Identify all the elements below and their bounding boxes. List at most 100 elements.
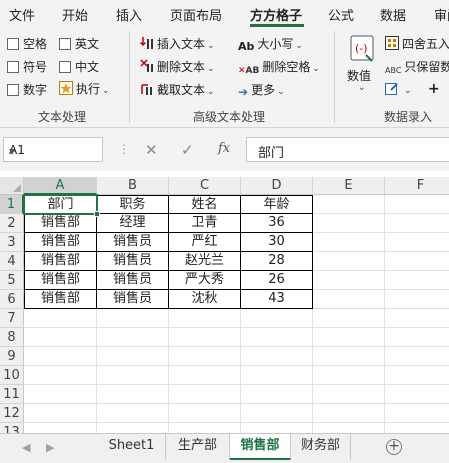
cell-b9[interactable] — [97, 347, 169, 366]
row-header-10[interactable]: 10 — [0, 366, 24, 385]
cell-b11[interactable] — [97, 385, 169, 404]
column-header-c[interactable]: C — [169, 177, 241, 195]
cell-f5[interactable] — [385, 271, 449, 290]
checkbox-space[interactable]: 空格 — [7, 35, 47, 52]
cell-e12[interactable] — [313, 404, 385, 423]
checkbox-icon[interactable] — [7, 61, 19, 73]
cell-f9[interactable] — [385, 347, 449, 366]
cell-c8[interactable] — [169, 328, 241, 347]
cell-c4[interactable]: 赵光兰 — [169, 252, 241, 271]
cell-b6[interactable]: 销售员 — [97, 290, 169, 309]
cell-c1[interactable]: 姓名 — [169, 195, 241, 214]
row-header-13[interactable]: 13 — [0, 423, 24, 433]
cell-e10[interactable] — [313, 366, 385, 385]
scroll-right-icon[interactable]: ▶ — [46, 441, 54, 454]
extract-text-button[interactable]: 截取文本 ⌄ — [140, 81, 215, 99]
fill-handle[interactable] — [94, 211, 100, 217]
cell-d8[interactable] — [241, 328, 313, 347]
execute-button[interactable]: 执行 ⌄ — [59, 80, 110, 98]
tab-file[interactable]: 文件 — [9, 5, 35, 24]
row-header-12[interactable]: 12 — [0, 404, 24, 423]
cell-f6[interactable] — [385, 290, 449, 309]
cell-f13[interactable] — [385, 423, 449, 433]
sheet-tab-1[interactable]: Sheet1 — [98, 434, 166, 460]
cell-a5[interactable]: 销售部 — [24, 271, 97, 290]
cell-f2[interactable] — [385, 214, 449, 233]
cell-c7[interactable] — [169, 309, 241, 328]
column-header-d[interactable]: D — [241, 177, 313, 195]
cell-d10[interactable] — [241, 366, 313, 385]
cell-d3[interactable]: 30 — [241, 233, 313, 252]
column-header-a[interactable]: A — [24, 177, 97, 195]
cell-c13[interactable] — [169, 423, 241, 433]
cell-a8[interactable] — [24, 328, 97, 347]
row-header-6[interactable]: 6 — [0, 290, 24, 309]
row-header-4[interactable]: 4 — [0, 252, 24, 271]
delete-text-button[interactable]: 删除文本 ⌄ — [140, 58, 215, 76]
cell-e3[interactable] — [313, 233, 385, 252]
cell-d2[interactable]: 36 — [241, 214, 313, 233]
cell-b7[interactable] — [97, 309, 169, 328]
checkbox-icon[interactable] — [59, 61, 71, 73]
add-sheet-button[interactable]: + — [386, 439, 402, 455]
cell-a10[interactable] — [24, 366, 97, 385]
column-header-f[interactable]: F — [385, 177, 449, 195]
cell-a12[interactable] — [24, 404, 97, 423]
cell-d7[interactable] — [241, 309, 313, 328]
cell-c12[interactable] — [169, 404, 241, 423]
more-button[interactable]: ➔ 更多 ⌄ — [238, 81, 285, 99]
cell-d6[interactable]: 43 — [241, 290, 313, 309]
cell-e4[interactable] — [313, 252, 385, 271]
cell-f3[interactable] — [385, 233, 449, 252]
cell-d12[interactable] — [241, 404, 313, 423]
cell-a7[interactable] — [24, 309, 97, 328]
cell-e9[interactable] — [313, 347, 385, 366]
cell-b1[interactable]: 职务 — [97, 195, 169, 214]
cell-c2[interactable]: 卫青 — [169, 214, 241, 233]
cell-a11[interactable] — [24, 385, 97, 404]
cancel-icon[interactable]: ✕ — [145, 141, 158, 159]
cell-f7[interactable] — [385, 309, 449, 328]
name-box[interactable]: A1 ▼ — [3, 137, 103, 162]
cell-c11[interactable] — [169, 385, 241, 404]
tab-fangfanggezi[interactable]: 方方格子 — [250, 5, 302, 24]
cell-f8[interactable] — [385, 328, 449, 347]
checkbox-icon[interactable] — [7, 84, 19, 96]
value-button[interactable]: (-) 数值 ⌄ — [347, 33, 377, 103]
tab-page-layout[interactable]: 页面布局 — [170, 5, 222, 24]
cell-c5[interactable]: 严大秀 — [169, 271, 241, 290]
cell-a3[interactable]: 销售部 — [24, 233, 97, 252]
cell-c6[interactable]: 沈秋 — [169, 290, 241, 309]
cell-d9[interactable] — [241, 347, 313, 366]
edit-dropdown-button[interactable]: ⌄ — [385, 81, 412, 98]
checkbox-symbol[interactable]: 符号 — [7, 58, 47, 75]
checkbox-icon[interactable] — [59, 38, 71, 50]
cell-b4[interactable]: 销售员 — [97, 252, 169, 271]
cell-c10[interactable] — [169, 366, 241, 385]
cell-f1[interactable] — [385, 195, 449, 214]
tab-review[interactable]: 审阅 — [434, 5, 449, 24]
delete-space-button[interactable]: ✕AB 删除空格 ⌄ — [238, 58, 320, 76]
row-header-9[interactable]: 9 — [0, 347, 24, 366]
cell-e1[interactable] — [313, 195, 385, 214]
cell-b8[interactable] — [97, 328, 169, 347]
checkbox-chinese[interactable]: 中文 — [59, 58, 99, 75]
formula-input[interactable]: 部门 — [246, 137, 449, 162]
cell-d13[interactable] — [241, 423, 313, 433]
cell-b3[interactable]: 销售员 — [97, 233, 169, 252]
cell-e13[interactable] — [313, 423, 385, 433]
keep-value-button[interactable]: ABC 只保留数 — [385, 58, 449, 75]
row-header-7[interactable]: 7 — [0, 309, 24, 328]
row-header-8[interactable]: 8 — [0, 328, 24, 347]
sheet-tab-2[interactable]: 生产部 — [166, 434, 230, 460]
round-button[interactable]: 四舍五入 — [385, 35, 449, 53]
cell-a1[interactable]: 部门 — [24, 195, 97, 214]
checkbox-icon[interactable] — [7, 38, 19, 50]
cell-a13[interactable] — [24, 423, 97, 433]
sheet-tab-3[interactable]: 销售部 — [230, 434, 291, 460]
cell-e5[interactable] — [313, 271, 385, 290]
column-header-b[interactable]: B — [97, 177, 169, 195]
cell-a2[interactable]: 销售部 — [24, 214, 97, 233]
cell-d4[interactable]: 28 — [241, 252, 313, 271]
cell-b10[interactable] — [97, 366, 169, 385]
